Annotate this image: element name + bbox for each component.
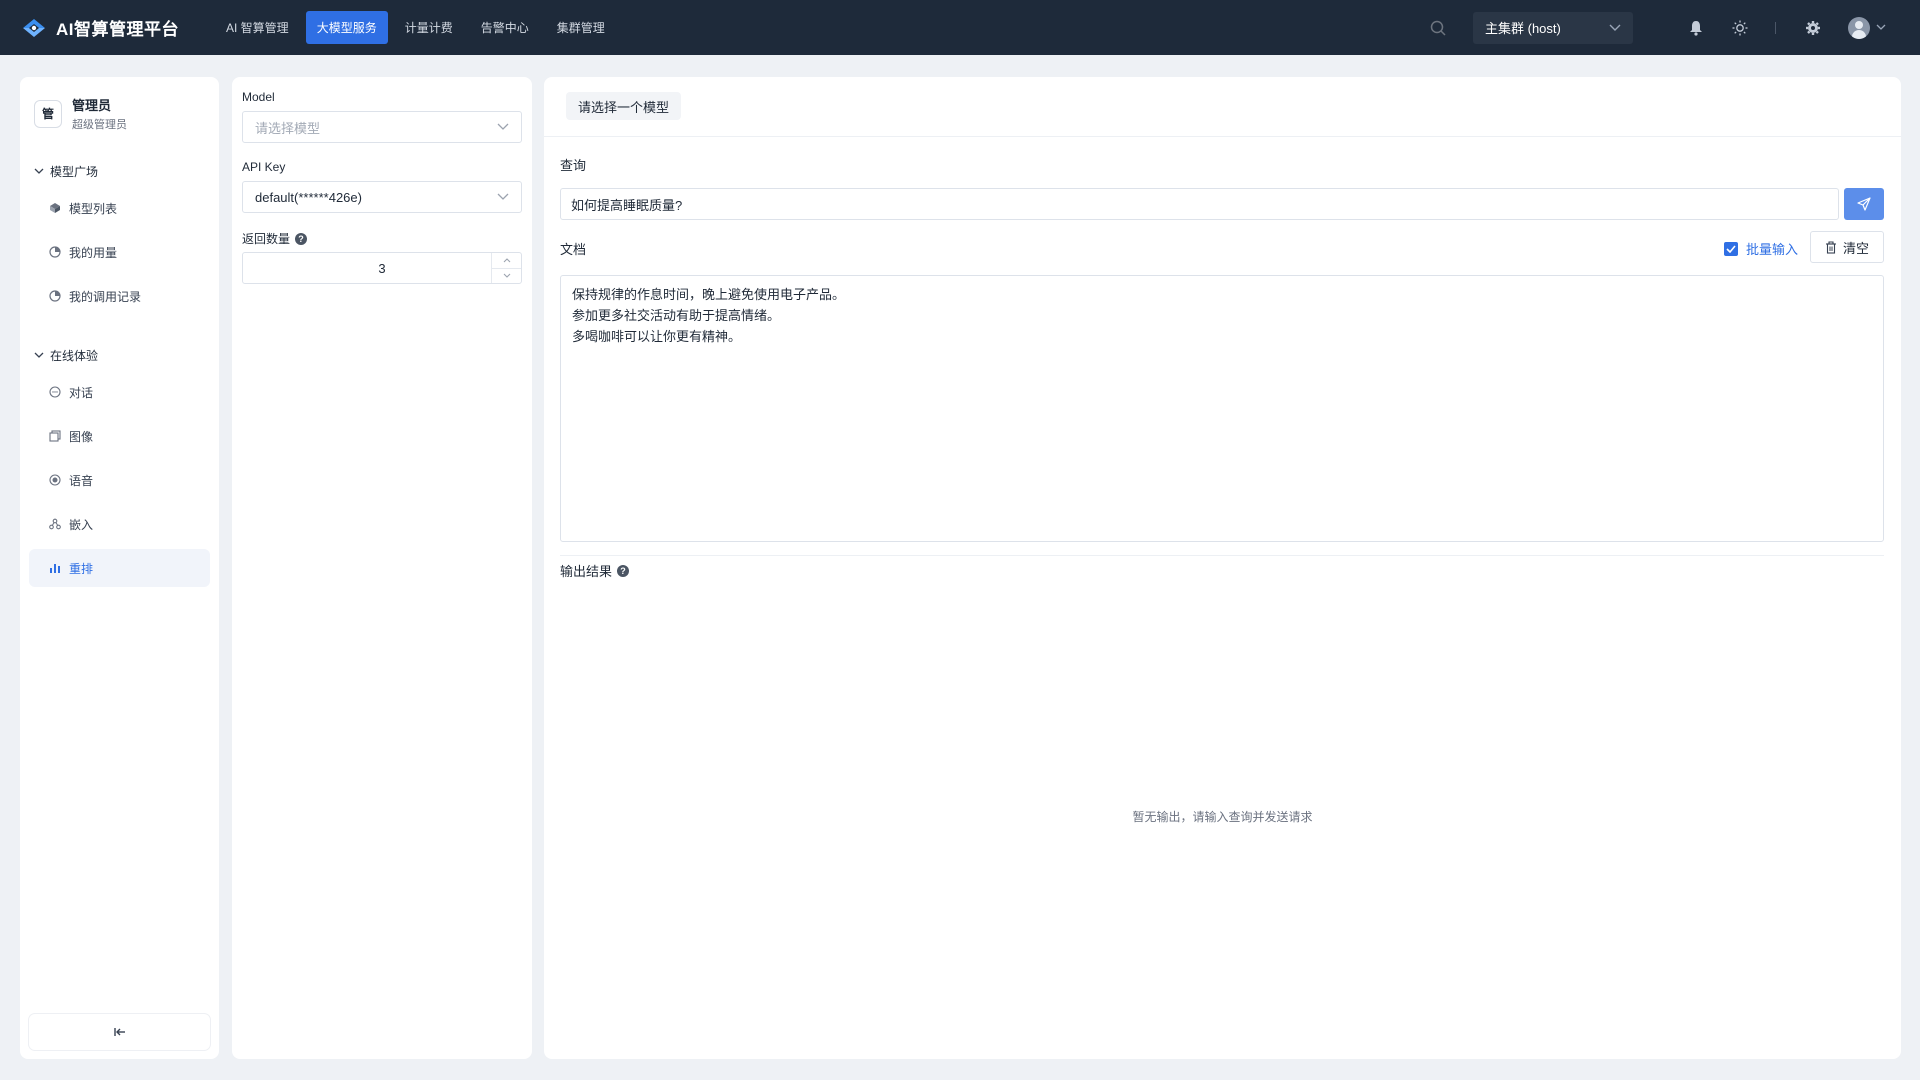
gear-icon[interactable] [1804, 19, 1822, 37]
help-icon[interactable]: ? [295, 232, 308, 245]
brand-logo-icon [23, 18, 45, 37]
sidebar-item-image[interactable]: 图像 [29, 417, 210, 455]
chevron-down-icon [34, 168, 44, 174]
help-icon[interactable]: ? [617, 564, 630, 577]
document-line: 多喝咖啡可以让你更有精神。 [572, 329, 742, 344]
section-label: 模型广场 [50, 165, 99, 179]
brand[interactable]: AI智算管理平台 [20, 0, 179, 55]
audio-icon [49, 474, 61, 486]
api-key-label: API Key [242, 160, 286, 174]
model-select-placeholder: 请选择模型 [255, 120, 321, 136]
sidebar-item-label: 图像 [69, 429, 94, 444]
sidebar-section-model-square[interactable]: 模型广场 [34, 163, 98, 180]
cluster-select-value: 主集群 (host) [1485, 21, 1561, 36]
chevron-down-icon[interactable] [1876, 24, 1886, 31]
chevron-down-icon [503, 273, 510, 279]
model-tab[interactable]: 请选择一个模型 [566, 92, 682, 120]
model-label: Model [242, 90, 275, 104]
batch-input-checkbox[interactable]: 批量输入 [1724, 239, 1798, 258]
config-panel: Model 请选择模型 API Key default(******426e) … [232, 77, 532, 1059]
nav-item-clusters[interactable]: 集群管理 [546, 11, 616, 44]
chevron-up-icon [503, 257, 510, 263]
chevron-down-icon [497, 193, 509, 200]
api-key-value: default(******426e) [255, 189, 362, 205]
main-panel: 请选择一个模型 查询 如何提高睡眠质量? 文档 批量输入 清空 保持规律的作息时… [544, 77, 1901, 1059]
sun-icon[interactable] [1731, 19, 1749, 37]
output-divider [560, 555, 1884, 556]
batch-input-label: 批量输入 [1746, 242, 1799, 257]
top-navigation-bar: AI智算管理平台 AI 智算管理 大模型服务 计量计费 告警中心 集群管理 主集… [0, 0, 1920, 55]
top-n-label-text: 返回数量 [242, 232, 291, 246]
avatar[interactable] [1848, 16, 1870, 39]
trash-icon [1825, 240, 1836, 254]
model-select[interactable]: 请选择模型 [242, 111, 522, 143]
sidebar-item-my-usage[interactable]: 我的用量 [29, 233, 210, 271]
app-title: AI智算管理平台 [56, 20, 179, 39]
empty-output-message: 暂无输出，请输入查询并发送请求 [1132, 810, 1313, 824]
query-input[interactable]: 如何提高睡眠质量? [560, 188, 1839, 220]
top-n-value[interactable]: 3 [243, 261, 491, 276]
main-nav: AI 智算管理 大模型服务 计量计费 告警中心 集群管理 [215, 11, 616, 44]
sidebar-item-chat[interactable]: 对话 [29, 373, 210, 411]
chart-icon [49, 246, 61, 258]
sidebar-section-online-trial[interactable]: 在线体验 [34, 347, 98, 364]
collapse-icon [113, 1028, 125, 1036]
output-label: 输出结果 ? [560, 561, 630, 580]
sidebar-item-label: 我的用量 [69, 245, 118, 260]
sidebar-item-rerank[interactable]: 重排 [29, 549, 210, 587]
search-icon[interactable] [1429, 19, 1447, 37]
user-profile: 管 管理员 超级管理员 [20, 77, 219, 132]
output-label-text: 输出结果 [560, 564, 613, 579]
profile-role: 超级管理员 [72, 119, 127, 131]
sidebar-item-call-records[interactable]: 我的调用记录 [29, 277, 210, 315]
image-icon [49, 430, 61, 442]
nav-item-ai-compute[interactable]: AI 智算管理 [215, 11, 300, 44]
nav-item-alerts[interactable]: 告警中心 [470, 11, 540, 44]
nav-item-llm-service[interactable]: 大模型服务 [305, 11, 388, 44]
cube-icon [49, 202, 61, 214]
increment-button[interactable] [492, 253, 521, 269]
api-key-select[interactable]: default(******426e) [242, 181, 522, 213]
chevron-down-icon [1609, 24, 1621, 31]
documents-textarea[interactable]: 保持规律的作息时间，晚上避免使用电子产品。 参加更多社交活动有助于提高情绪。 多… [560, 275, 1884, 542]
record-icon [49, 290, 61, 302]
section-label: 在线体验 [50, 349, 99, 363]
bar-chart-icon [49, 562, 61, 574]
sidebar-item-audio[interactable]: 语音 [29, 461, 210, 499]
sidebar-item-label: 我的调用记录 [69, 289, 142, 304]
nav-item-billing[interactable]: 计量计费 [394, 11, 464, 44]
query-label: 查询 [560, 158, 587, 173]
cluster-select[interactable]: 主集群 (host) [1473, 11, 1633, 44]
sidebar-item-embed[interactable]: 嵌入 [29, 505, 210, 543]
top-n-label: 返回数量 ? [242, 230, 308, 247]
sidebar-item-label: 模型列表 [69, 201, 118, 216]
sidebar-item-label: 语音 [69, 473, 94, 488]
send-button[interactable] [1844, 188, 1884, 220]
sidebar-item-label: 重排 [69, 561, 94, 576]
header-divider [544, 136, 1901, 137]
document-line: 保持规律的作息时间，晚上避免使用电子产品。 [572, 287, 846, 302]
sidebar-item-model-list[interactable]: 模型列表 [29, 189, 210, 227]
chevron-down-icon [497, 123, 509, 130]
clear-label: 清空 [1842, 240, 1869, 256]
decrement-button[interactable] [492, 269, 521, 284]
clear-button[interactable]: 清空 [1810, 231, 1884, 263]
sidebar: 管 管理员 超级管理员 模型广场 模型列表 我的用量 我的调用记录 在线体验 对… [20, 77, 219, 1059]
sidebar-item-label: 嵌入 [69, 517, 94, 532]
chat-icon [49, 386, 61, 398]
topbar-divider [1775, 21, 1776, 34]
sidebar-item-label: 对话 [69, 385, 94, 400]
chevron-down-icon [34, 352, 44, 358]
checkbox-checked-icon [1724, 241, 1738, 256]
embed-icon [49, 518, 61, 530]
documents-label: 文档 [560, 242, 587, 257]
sidebar-collapse-button[interactable] [29, 1014, 210, 1050]
top-n-stepper[interactable]: 3 [242, 252, 522, 284]
document-line: 参加更多社交活动有助于提高情绪。 [572, 308, 781, 323]
profile-name: 管理员 [72, 98, 112, 113]
send-icon [1857, 197, 1871, 211]
profile-badge: 管 [34, 99, 62, 128]
bell-icon[interactable] [1687, 19, 1705, 37]
